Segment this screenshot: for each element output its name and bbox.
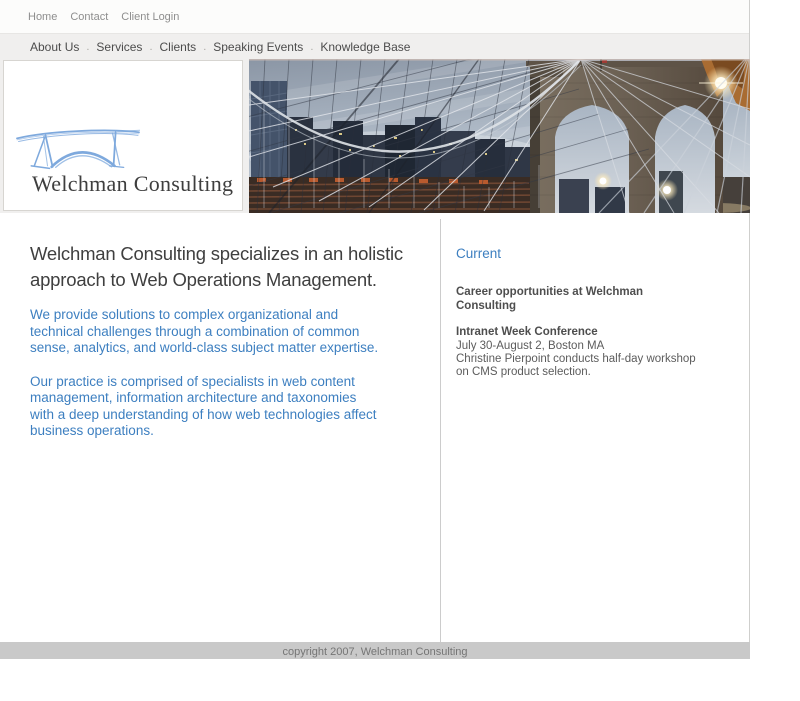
nav-separator: . [149,40,153,53]
intro-paragraph-2: Our practice is comprised of specialists… [30,374,436,440]
paragraph-line: Our practice is comprised of specialists… [30,373,355,389]
paragraph-line: sense, analytics, and world-class subjec… [30,340,379,355]
nav-separator: . [203,40,207,53]
news-title-line: Consulting [456,299,517,312]
company-logo[interactable]: Welchman Consulting [3,60,243,211]
paragraph-line: management, information architecture and… [30,390,357,405]
nav-item-knowledge-base[interactable]: Knowledge Base [320,40,410,54]
main-column: Welchman Consulting specializes in an ho… [30,241,436,457]
news-item-intranet-week: Intranet Week Conference July 30-August … [456,326,716,379]
page-footer: copyright 2007, Welchman Consulting [0,642,750,659]
hero-photo [249,59,750,213]
brand-row: Welchman Consulting [0,59,750,213]
content-area: Welchman Consulting specializes in an ho… [0,213,749,642]
company-wordmark: Welchman Consulting [32,171,234,196]
headline-line: Welchman Consulting specializes in an ho… [30,243,403,264]
paragraph-line: business operations. [30,423,154,438]
nav-separator: . [310,40,314,53]
utility-nav-contact[interactable]: Contact [70,11,108,23]
news-line: July 30-August 2, Boston MA [456,339,605,352]
utility-nav-client-login[interactable]: Client Login [121,11,179,23]
nav-item-clients[interactable]: Clients [160,40,197,54]
paragraph-line: technical challenges through a combinati… [30,323,360,339]
page-headline: Welchman Consulting specializes in an ho… [30,241,436,293]
news-item-careers: Career opportunities at Welchman Consult… [456,286,716,313]
column-divider [440,219,441,642]
intro-paragraph-1: We provide solutions to complex organiza… [30,307,436,357]
nav-item-speaking-events[interactable]: Speaking Events [213,40,303,54]
paragraph-line: We provide solutions to complex organiza… [30,307,339,322]
page-container: Home Contact Client Login About Us . Ser… [0,0,750,642]
paragraph-line: with a deep understanding of how web tec… [30,406,377,422]
nav-separator: . [86,40,90,53]
headline-line: approach to Web Operations Management. [30,269,377,290]
nav-item-services[interactable]: Services [96,40,142,54]
bridge-sketch-icon [16,129,140,170]
brooklyn-bridge-photo-illustration [249,59,750,213]
sidebar: Current Career opportunities at Welchman… [456,246,736,391]
main-nav: About Us . Services . Clients . Speaking… [0,33,749,59]
sidebar-heading-current: Current [456,246,502,261]
utility-nav: Home Contact Client Login [0,0,749,33]
utility-nav-home[interactable]: Home [28,11,57,23]
news-title: Intranet Week Conference [456,326,598,338]
nav-item-about-us[interactable]: About Us [30,40,79,54]
news-title-line: Career opportunities at Welchman [456,286,644,298]
news-line: on CMS product selection. [456,365,591,378]
news-line: Christine Pierpoint conducts half-day wo… [456,352,696,365]
copyright-text: copyright 2007, Welchman Consulting [282,646,468,658]
